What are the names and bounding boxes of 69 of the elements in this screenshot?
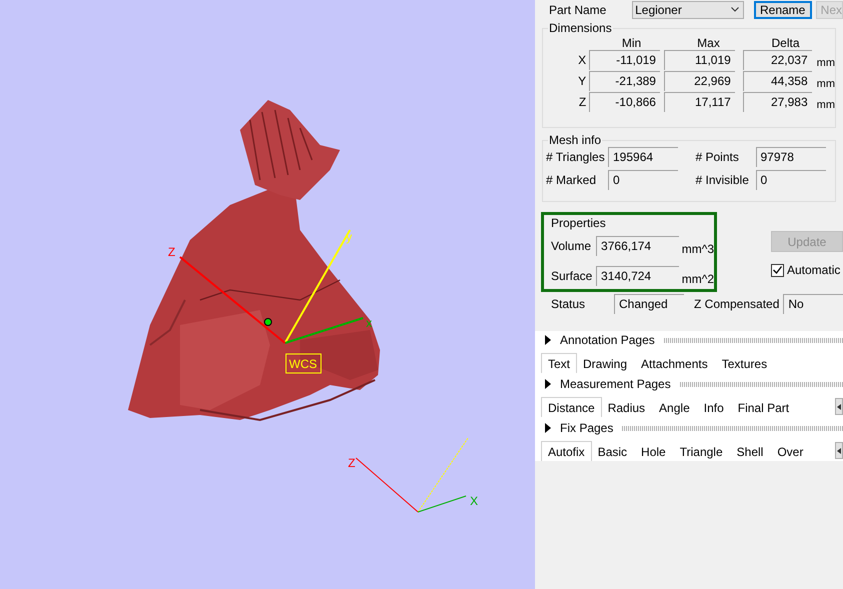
column-header: Delta	[770, 35, 800, 49]
z-compensated-label: Z Compensated	[694, 296, 780, 313]
page-tab[interactable]: Triangle	[674, 442, 729, 461]
unit-label: mm	[816, 56, 835, 72]
mesh-info-label: # Marked	[546, 172, 598, 189]
page-tab[interactable]: Over	[771, 442, 810, 461]
page-tab[interactable]: Textures	[716, 354, 774, 373]
page-tab[interactable]: Text	[541, 353, 578, 373]
delta-field[interactable]: 27,983	[742, 92, 812, 112]
wcs-label: WCS	[286, 354, 322, 374]
scroll-left-button[interactable]	[835, 442, 843, 459]
column-header: Max	[696, 35, 721, 49]
scroll-left-button[interactable]	[835, 398, 843, 415]
unit-label: mm^2	[682, 271, 714, 288]
unit-label: mm	[816, 77, 835, 92]
automatic-label: Automatic	[787, 262, 840, 279]
mesh-info-label: # Triangles	[546, 149, 606, 166]
axis-label: Z	[168, 245, 176, 259]
mesh-info-field[interactable]: 0	[608, 170, 678, 190]
section-title[interactable]: Fix Pages	[560, 419, 614, 437]
mesh-info-field[interactable]: 195964	[608, 147, 678, 167]
page-tab[interactable]: Info	[698, 398, 730, 417]
axis-label: x	[366, 316, 372, 330]
max-field[interactable]: 22,969	[664, 70, 735, 90]
unit-label: mm^3	[682, 241, 714, 258]
group-title: Properties	[551, 216, 606, 230]
unit-label: mm	[816, 98, 835, 114]
axis-label: Z	[348, 456, 356, 470]
z-compensated-field[interactable]: No	[783, 294, 843, 314]
left-arrow-icon	[837, 404, 841, 410]
delta-field[interactable]: 44,358	[742, 70, 812, 90]
status-field[interactable]: Changed	[614, 294, 684, 314]
min-field[interactable]: -10,866	[589, 92, 660, 112]
page-tab[interactable]: Autofix	[541, 441, 592, 461]
left-arrow-icon	[837, 448, 841, 454]
axis-name: Y	[577, 72, 588, 90]
caret-icon	[730, 7, 739, 12]
property-field[interactable]: 3140,724	[596, 266, 679, 286]
page-tab[interactable]: Attachments	[635, 354, 714, 373]
page-tab[interactable]: Hole	[635, 442, 672, 461]
axis-label: X	[470, 494, 478, 508]
page-tab[interactable]: Radius	[602, 398, 652, 417]
part-name-dropdown[interactable]: Legioner	[632, 1, 744, 19]
property-label: Surface	[551, 268, 594, 285]
mesh-info-field[interactable]: 97978	[756, 147, 826, 167]
property-field[interactable]: 3766,174	[596, 236, 679, 256]
status-label: Status	[551, 296, 586, 313]
page-tab[interactable]: Angle	[653, 398, 696, 417]
page-tab[interactable]: Shell	[730, 442, 770, 461]
delta-field[interactable]: 22,037	[742, 50, 812, 70]
axis-name: Z	[578, 94, 588, 110]
page-tab[interactable]: Final Part	[732, 398, 796, 417]
automatic-checkbox[interactable]	[771, 264, 784, 276]
part-name-label: Part Name	[549, 3, 608, 17]
origin-marker	[264, 318, 272, 326]
property-label: Volume	[551, 238, 592, 255]
min-field[interactable]: -21,389	[589, 70, 660, 90]
mesh-info-label: # Points	[696, 149, 740, 166]
page-tab[interactable]: Distance	[541, 397, 602, 417]
max-field[interactable]: 11,019	[664, 50, 735, 70]
page-tab[interactable]: Basic	[592, 442, 634, 461]
page-tab[interactable]: Drawing	[577, 354, 634, 373]
axis-name: X	[577, 52, 588, 68]
min-field[interactable]: -11,019	[589, 50, 660, 70]
max-field[interactable]: 17,117	[664, 92, 735, 112]
rename-button[interactable]: Rename	[754, 1, 812, 19]
mesh-info-label: # Invisible	[696, 172, 750, 189]
column-header: Min	[620, 35, 642, 49]
mesh-info-field[interactable]: 0	[756, 170, 826, 190]
